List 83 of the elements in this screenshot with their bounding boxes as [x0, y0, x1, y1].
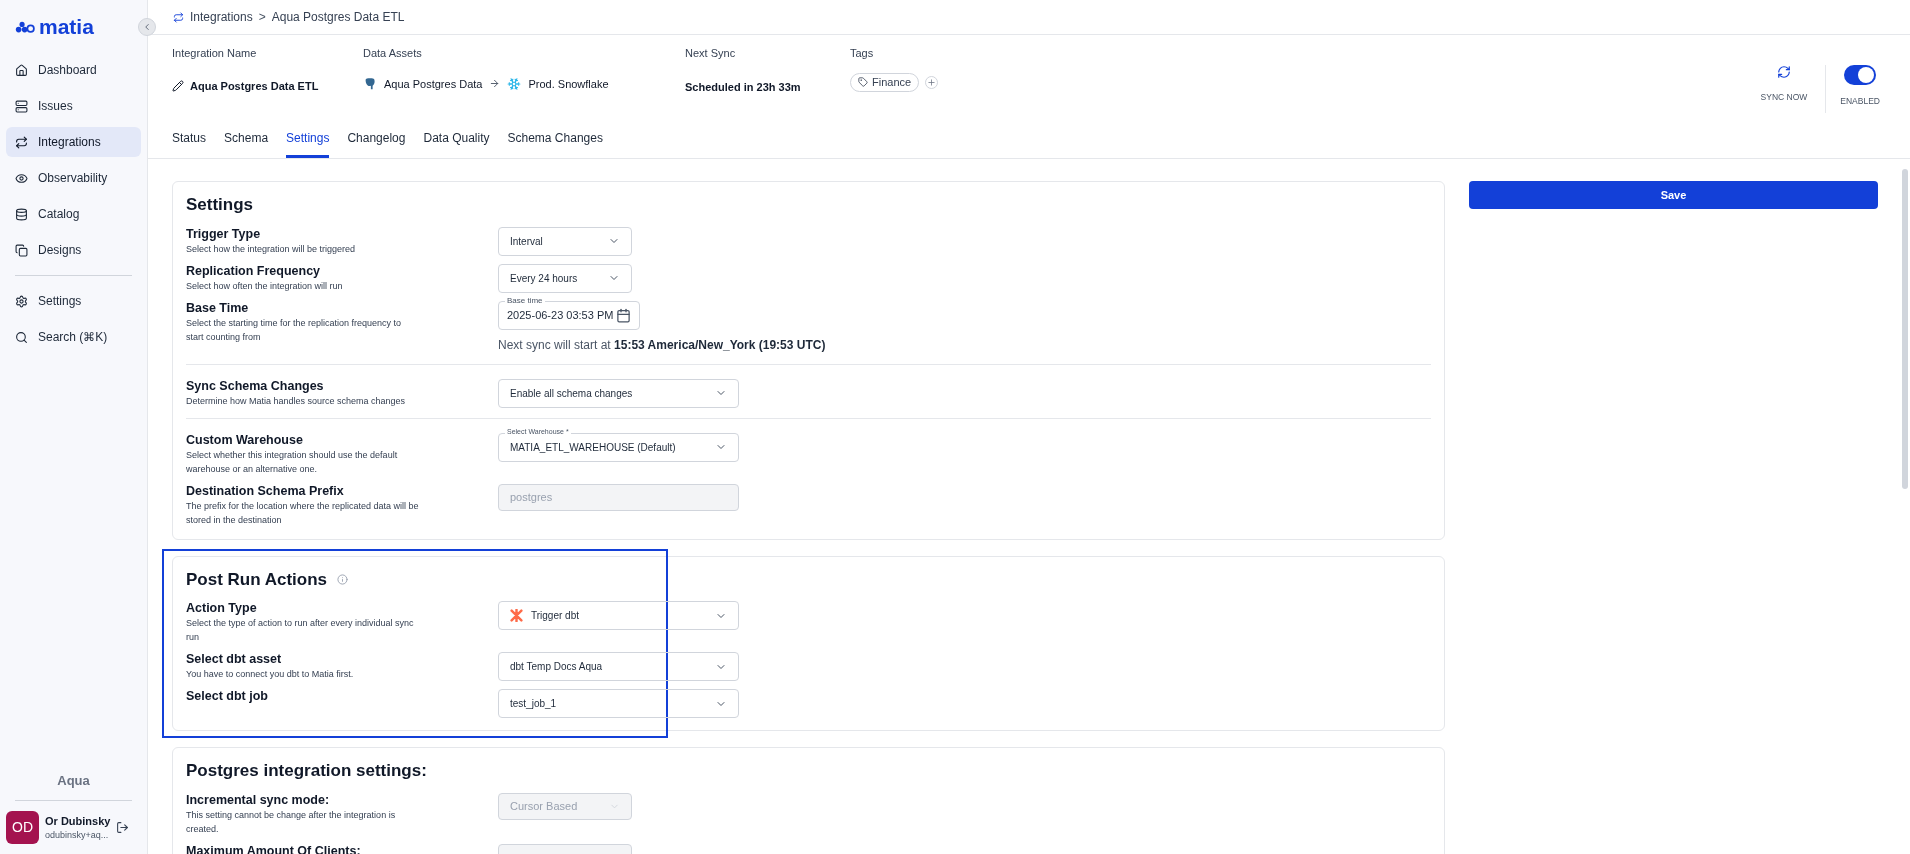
setting-description: Select the type of action to run after every individual sync run: [186, 617, 415, 644]
field-heading: Tags: [850, 46, 875, 61]
dbt-logo-icon: [510, 609, 523, 622]
source-name: Aqua Postgres Data: [384, 76, 483, 92]
setting-label: Select dbt job: [186, 689, 269, 704]
sidebar-item[interactable]: Search (⌘K): [6, 322, 141, 352]
section-title: Post Run Actions: [186, 568, 328, 591]
tab[interactable]: Schema Changes: [507, 120, 603, 158]
home-icon: [15, 63, 28, 77]
sidebar-item[interactable]: Integrations: [6, 127, 141, 157]
server-icon: [15, 99, 28, 113]
settings-icon: [15, 294, 28, 308]
tab[interactable]: Status: [172, 120, 207, 158]
refresh-icon: [1776, 65, 1791, 79]
sidebar-item[interactable]: Designs: [6, 235, 141, 265]
setting-description: The prefix for the location where the replicated data will be stored in the destination: [186, 499, 420, 527]
setting-description: Select how the integration will be triggered: [186, 242, 357, 256]
setting-label: Trigger Type: [186, 226, 262, 242]
snowflake-icon: [507, 76, 522, 91]
arrows-icon: [15, 135, 28, 149]
field-heading: Next Sync: [685, 46, 737, 61]
tab[interactable]: Changelog: [347, 120, 406, 158]
breadcrumb-link[interactable]: Aqua Postgres Data ETL: [271, 8, 405, 26]
sidebar-item[interactable]: Observability: [6, 163, 141, 193]
field-heading: Integration Name: [172, 46, 258, 61]
integration-name: Aqua Postgres Data ETL: [190, 78, 319, 94]
copy-icon: [15, 243, 28, 257]
setting-label: Base Time: [186, 300, 250, 316]
setting-label: Select dbt asset: [186, 652, 283, 667]
workspace-name: Aqua: [56, 771, 91, 790]
setting-label: Maximum Amount Of Clients:: [186, 843, 362, 854]
database-icon: [15, 207, 28, 221]
tab[interactable]: Data Quality: [423, 120, 490, 158]
select-field[interactable]: Trigger dbt: [498, 601, 739, 630]
setting-label: Destination Schema Prefix: [186, 483, 345, 499]
select-field[interactable]: test_job_1: [498, 689, 739, 718]
search-icon: [15, 330, 28, 344]
chevron-left-icon: [142, 22, 152, 32]
sync-now-button[interactable]: SYNC NOW: [1750, 65, 1818, 104]
destination-name: Prod. Snowflake: [528, 76, 609, 92]
toggle-switch[interactable]: [1844, 65, 1877, 85]
select-field[interactable]: Every 24 hours: [498, 263, 632, 293]
avatar: OD: [6, 811, 39, 844]
setting-description: Select the starting time for the replication frequency to start counting from: [186, 316, 403, 344]
user-email: odubinsky+aq...: [45, 829, 110, 842]
setting-label: Incremental sync mode:: [186, 792, 331, 808]
setting-description: Determine how Matia handles source schema changes: [186, 394, 407, 408]
calendar-icon[interactable]: [616, 307, 631, 323]
field-heading: Data Assets: [363, 46, 423, 61]
logo-icon: [15, 20, 36, 33]
setting-description: You have to connect you dbt to Matia first.: [186, 668, 355, 681]
logout-icon[interactable]: [116, 821, 130, 834]
select-field[interactable]: Interval: [498, 226, 632, 256]
sidebar-item[interactable]: Issues: [6, 91, 141, 121]
setting-description: Select whether this integration should use the default warehouse or an alternative one.: [186, 448, 399, 476]
setting-label: Replication Frequency: [186, 263, 322, 279]
section-title: Postgres integration settings:: [186, 760, 427, 782]
breadcrumb-link[interactable]: Integrations: [190, 8, 253, 26]
sidebar-item[interactable]: Catalog: [6, 199, 141, 229]
eye-icon: [15, 171, 28, 185]
setting-description: Select how often the integration will run: [186, 279, 344, 293]
tag-icon: [858, 77, 868, 87]
next-sync-note: Next sync will start at 15:53 America/New_York (19:53 UTC): [498, 336, 826, 354]
setting-label: Action Type: [186, 601, 258, 616]
breadcrumb-separator: >: [258, 9, 266, 26]
arrow-icon: [489, 78, 501, 90]
sidebar-item[interactable]: Settings: [6, 286, 141, 316]
setting-description: This setting cannot be change after the integration is created.: [186, 808, 397, 836]
setting-label: Sync Schema Changes: [186, 378, 325, 394]
integrations-icon: [173, 11, 184, 23]
select-field[interactable]: dbt Temp Docs Aqua: [498, 652, 739, 681]
logo-text: matia: [39, 16, 94, 37]
user-name: Or Dubinsky: [45, 813, 111, 829]
select-field[interactable]: Enable all schema changes: [498, 378, 739, 408]
sidebar-item[interactable]: Dashboard: [6, 55, 141, 85]
edit-icon[interactable]: [172, 79, 184, 92]
tab[interactable]: Settings: [286, 120, 330, 158]
toggle-label: ENABLED: [1840, 95, 1880, 108]
save-button[interactable]: Save: [1469, 181, 1878, 209]
tab[interactable]: Schema: [224, 120, 269, 158]
next-sync-time: Scheduled in 23h 33m: [685, 79, 802, 95]
setting-label: Custom Warehouse: [186, 432, 304, 448]
section-title: Settings: [186, 194, 254, 216]
